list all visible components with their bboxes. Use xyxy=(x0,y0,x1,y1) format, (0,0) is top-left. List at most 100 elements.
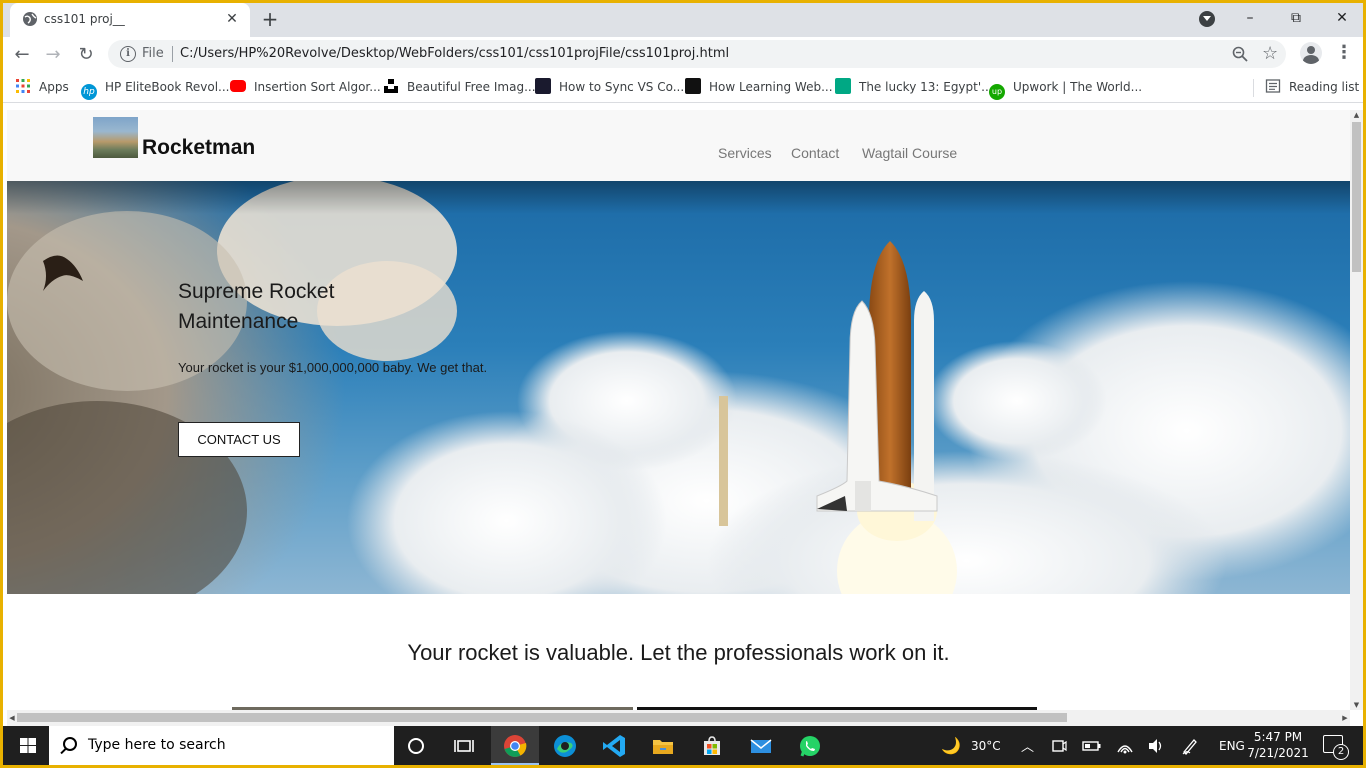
zoom-icon[interactable] xyxy=(1232,46,1248,62)
horizontal-scrollbar[interactable]: ◀ ▶ xyxy=(7,710,1350,726)
notification-count-badge: 2 xyxy=(1333,744,1349,760)
youtube-icon xyxy=(230,80,246,92)
globe-icon xyxy=(23,12,37,26)
scroll-right-icon[interactable]: ▶ xyxy=(1340,710,1350,726)
site-brand[interactable]: Rocketman xyxy=(142,136,255,160)
bookmark-insertion-sort[interactable]: Insertion Sort Algor... xyxy=(230,77,381,97)
forward-arrow-icon[interactable]: → xyxy=(40,42,66,68)
hp-logo-icon: hp xyxy=(81,84,97,100)
address-bar[interactable]: i File C:/Users/HP%20Revolve/Desktop/Web… xyxy=(108,40,1286,68)
clock-time: 5:47 PM xyxy=(1253,730,1303,744)
battery-icon[interactable] xyxy=(1081,732,1103,760)
unsplash-icon xyxy=(384,79,398,93)
bookmark-label: Insertion Sort Algor... xyxy=(254,80,381,94)
meet-now-icon[interactable] xyxy=(1049,732,1069,760)
reading-list-button[interactable]: Reading list xyxy=(1265,77,1359,97)
language-indicator[interactable]: ENG xyxy=(1219,739,1245,753)
site-icon xyxy=(535,78,551,94)
scroll-left-icon[interactable]: ◀ xyxy=(7,710,17,726)
taskbar-search[interactable]: Type here to search xyxy=(49,726,394,765)
info-icon[interactable]: i xyxy=(120,46,136,62)
whatsapp-icon[interactable] xyxy=(796,732,824,760)
wifi-icon[interactable] xyxy=(1115,732,1135,760)
search-placeholder: Type here to search xyxy=(88,737,226,753)
close-window-button[interactable]: ✕ xyxy=(1319,3,1363,33)
nav-link-services[interactable]: Services xyxy=(718,145,772,161)
nav-link-wagtail-course[interactable]: Wagtail Course xyxy=(862,145,957,161)
bookmark-label: Upwork | The World... xyxy=(1013,80,1143,94)
bookmark-hp-elitebook[interactable]: hp HP EliteBook Revol... xyxy=(81,77,230,100)
bookmark-label: Beautiful Free Imag... xyxy=(407,80,536,94)
tab-search-icon[interactable] xyxy=(1199,11,1215,27)
vertical-scrollbar[interactable]: ▲ ▼ xyxy=(1350,110,1363,710)
divider xyxy=(1253,79,1254,97)
site-header: Rocketman Services Contact Wagtail Cours… xyxy=(7,110,1350,181)
bookmarks-bar: Apps hp HP EliteBook Revol... Insertion S… xyxy=(3,71,1363,103)
scroll-up-icon[interactable]: ▲ xyxy=(1350,110,1363,120)
reading-list-label: Reading list xyxy=(1289,80,1360,94)
bookmark-sync-vscode[interactable]: How to Sync VS Co... xyxy=(535,77,684,97)
clock-date: 7/21/2021 xyxy=(1247,746,1309,760)
url-text[interactable]: C:/Users/HP%20Revolve/Desktop/WebFolders… xyxy=(180,46,729,61)
weather-moon-icon[interactable]: 🌙 xyxy=(941,736,961,755)
back-arrow-icon[interactable]: ← xyxy=(9,42,35,68)
contact-us-button[interactable]: CONTACT US xyxy=(178,422,300,457)
pen-workspace-icon[interactable] xyxy=(1179,732,1201,760)
bookmark-label: Apps xyxy=(39,80,69,94)
cortana-icon[interactable] xyxy=(402,732,430,760)
bookmark-star-icon[interactable]: ☆ xyxy=(1262,43,1278,64)
microsoft-store-icon[interactable] xyxy=(698,732,726,760)
vscode-icon[interactable] xyxy=(600,732,628,760)
weather-temperature[interactable]: 30°C xyxy=(971,739,1001,753)
web-page: Rocketman Services Contact Wagtail Cours… xyxy=(7,110,1350,710)
browser-tab[interactable]: css101 proj__ ✕ xyxy=(10,3,250,37)
kebab-menu-icon[interactable]: ⋮ xyxy=(1335,42,1353,64)
site-icon xyxy=(685,78,701,94)
taskbar-clock[interactable]: 5:47 PM 7/21/2021 xyxy=(1243,729,1313,761)
section-tagline: Your rocket is valuable. Let the profess… xyxy=(407,640,950,665)
bookmark-label: How Learning Web... xyxy=(709,80,833,94)
browser-window: css101 proj__ ✕ + – ⧉ ✕ ← → ↻ i File C:/… xyxy=(3,3,1363,765)
bookmark-lucky-13[interactable]: The lucky 13: Egypt'... xyxy=(835,77,993,97)
bookmark-apps[interactable]: Apps xyxy=(15,77,69,97)
reload-icon[interactable]: ↻ xyxy=(73,42,99,68)
hero-banner: Supreme Rocket Maintenance Your rocket i… xyxy=(7,181,1350,594)
mail-icon[interactable] xyxy=(747,732,775,760)
chrome-icon[interactable] xyxy=(501,732,529,760)
windows-start-icon[interactable] xyxy=(11,726,45,765)
bookmark-upwork[interactable]: up Upwork | The World... xyxy=(989,77,1143,100)
windows-taskbar: Type here to search 🌙 30°C ︿ ENG 5:47 PM… xyxy=(3,726,1363,765)
avatar-head xyxy=(1307,46,1315,54)
avatar-body xyxy=(1303,55,1319,64)
bookmark-unsplash[interactable]: Beautiful Free Imag... xyxy=(383,77,536,97)
file-explorer-icon[interactable] xyxy=(649,732,677,760)
divider xyxy=(172,46,173,62)
rocket-launch-image xyxy=(7,181,1350,594)
search-icon xyxy=(63,737,77,751)
site-icon xyxy=(835,78,851,94)
bookmark-label: How to Sync VS Co... xyxy=(559,80,685,94)
browser-toolbar: ← → ↻ i File C:/Users/HP%20Revolve/Deskt… xyxy=(3,37,1363,71)
hero-title: Supreme Rocket Maintenance xyxy=(178,280,335,333)
new-tab-button[interactable]: + xyxy=(259,8,281,32)
chevron-up-icon[interactable]: ︿ xyxy=(1021,736,1034,755)
scrollbar-thumb[interactable] xyxy=(17,713,1067,722)
restore-button[interactable]: ⧉ xyxy=(1273,3,1319,33)
edge-icon[interactable] xyxy=(551,732,579,760)
apps-grid-icon xyxy=(16,79,30,93)
close-tab-icon[interactable]: ✕ xyxy=(223,10,241,28)
reading-list-icon xyxy=(1265,79,1281,93)
bookmark-label: HP EliteBook Revol... xyxy=(105,80,230,94)
scrollbar-thumb[interactable] xyxy=(1352,122,1361,272)
minimize-button[interactable]: – xyxy=(1227,3,1273,33)
scroll-down-icon[interactable]: ▼ xyxy=(1350,700,1363,710)
logo-image[interactable] xyxy=(93,117,138,158)
hero-subtitle: Your rocket is your $1,000,000,000 baby.… xyxy=(178,360,488,375)
nav-link-contact[interactable]: Contact xyxy=(791,145,839,161)
tab-title: css101 proj__ xyxy=(44,12,125,26)
bookmark-learning-web[interactable]: How Learning Web... xyxy=(685,77,833,97)
tab-strip: css101 proj__ ✕ + – ⧉ ✕ xyxy=(3,3,1363,37)
volume-icon[interactable] xyxy=(1146,732,1166,760)
profile-avatar-icon[interactable] xyxy=(1300,42,1322,64)
task-view-icon[interactable] xyxy=(450,732,478,760)
